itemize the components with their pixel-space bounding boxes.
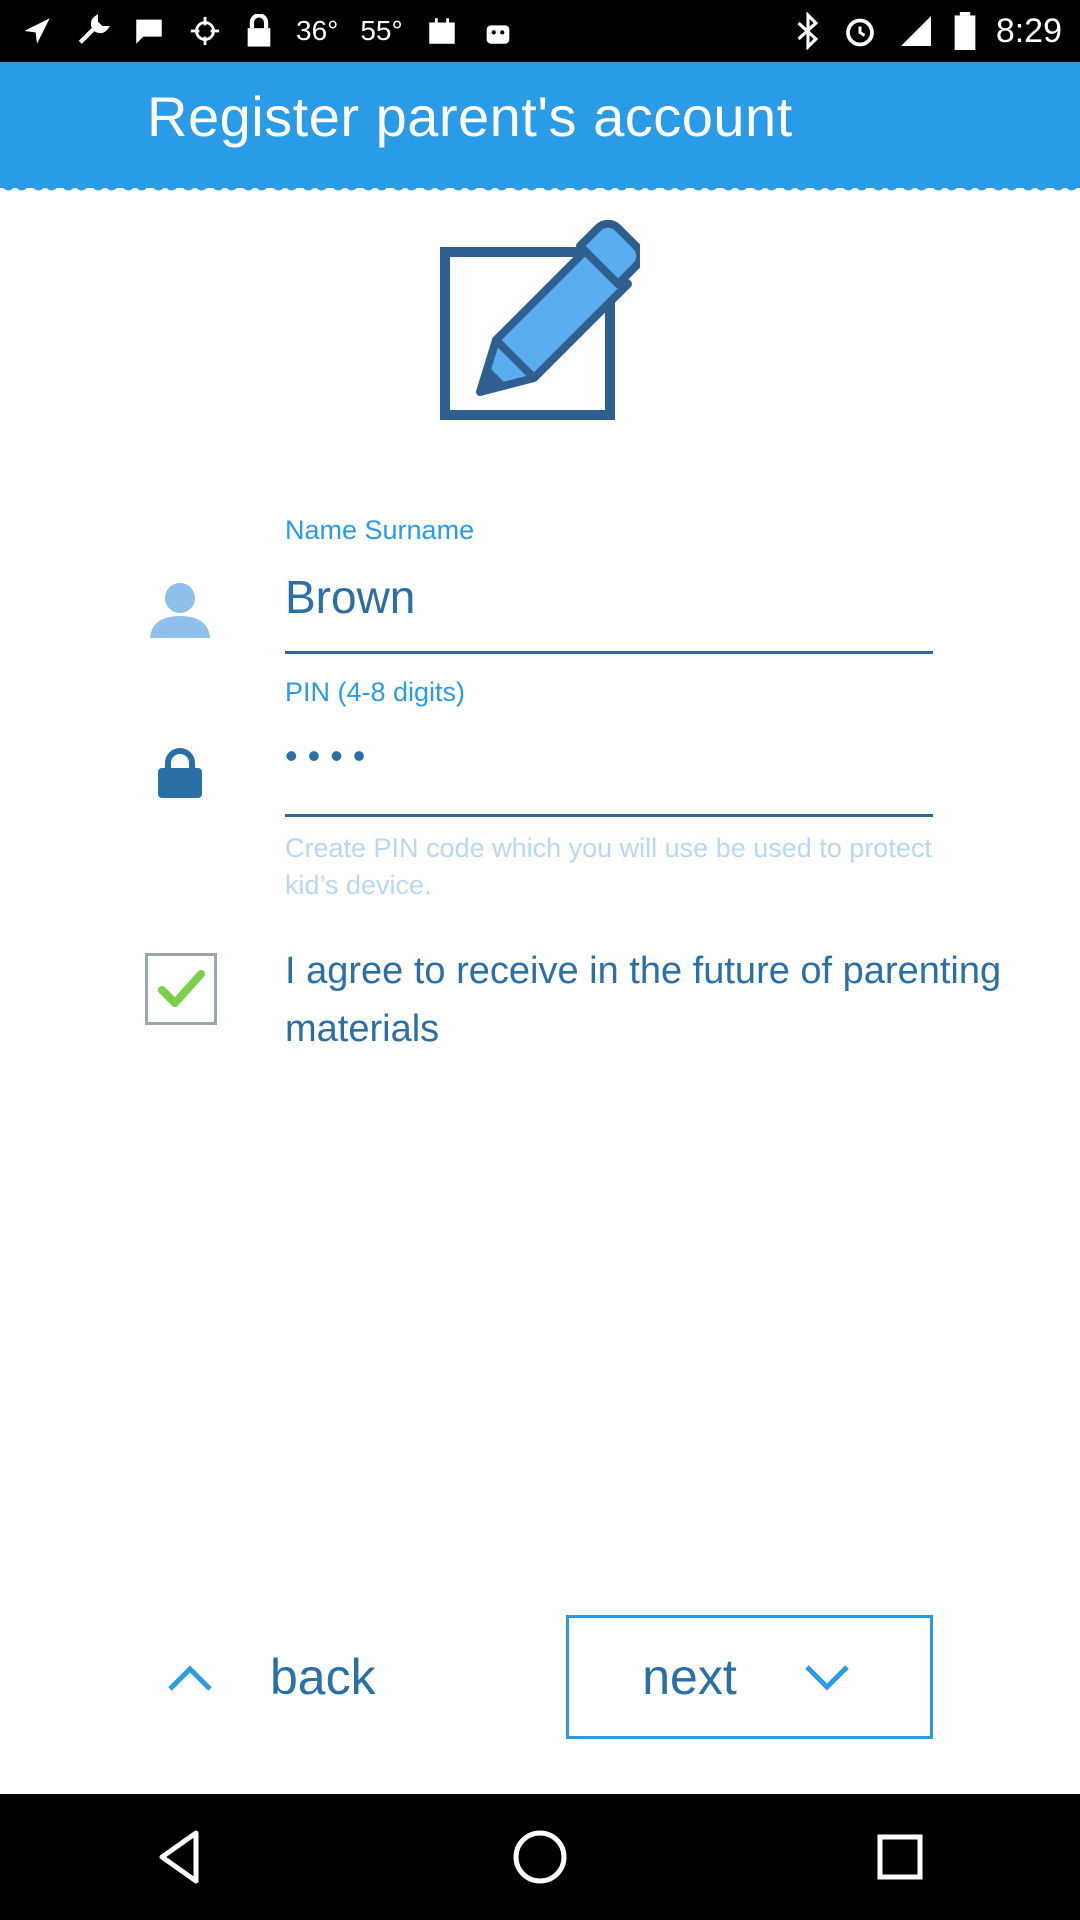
circle-home-icon	[513, 1830, 567, 1884]
checkmark-icon	[158, 970, 205, 1007]
triangle-back-icon	[159, 1830, 199, 1884]
pin-helper-text: Create PIN code which you will use be us…	[285, 833, 932, 900]
pin-label: PIN (4-8 digits)	[285, 677, 466, 707]
page-title: Register parent's account	[147, 85, 793, 148]
name-input-underline	[285, 651, 933, 654]
next-button[interactable]: next	[566, 1615, 933, 1739]
bluetooth-icon	[794, 12, 822, 50]
pin-input[interactable]: ••••	[285, 735, 375, 777]
pin-input-underline	[285, 814, 933, 817]
nav-home-button[interactable]	[480, 1807, 600, 1907]
back-button-label: back	[270, 1649, 376, 1705]
nav-recents-button[interactable]	[840, 1807, 960, 1907]
fake-gps-icon	[188, 14, 222, 48]
next-button-label: next	[642, 1649, 737, 1705]
signal-icon	[898, 13, 934, 49]
chevron-up-icon	[168, 1665, 212, 1691]
wrench-icon	[76, 14, 110, 48]
battery-icon	[954, 12, 976, 50]
android-icon	[481, 14, 515, 48]
lock-icon	[244, 14, 274, 48]
agree-label[interactable]: I agree to receive in the future of pare…	[285, 942, 1005, 1058]
navigation-arrow-icon	[20, 14, 54, 48]
alarm-icon	[842, 13, 878, 49]
message-icon	[132, 14, 166, 48]
chevron-down-icon	[804, 1665, 849, 1691]
nav-back-button[interactable]	[120, 1807, 240, 1907]
name-input[interactable]: Brown	[285, 570, 415, 624]
header-wave-edge	[0, 176, 1080, 200]
temperature-1: 36°	[296, 15, 339, 46]
person-icon	[150, 583, 210, 638]
padlock-icon	[158, 748, 202, 798]
agree-checkbox[interactable]	[145, 953, 217, 1025]
checklist-icon	[425, 14, 459, 48]
temperature-2: 55°	[360, 15, 403, 46]
system-nav-bar	[0, 1794, 1080, 1920]
square-recents-icon	[877, 1834, 923, 1880]
clock-time: 8:29	[995, 11, 1062, 50]
back-button[interactable]: back	[160, 1615, 420, 1739]
status-bar: 36° 55° 8:29	[0, 0, 1080, 62]
name-label: Name Surname	[285, 515, 475, 545]
edit-pencil-icon	[440, 220, 640, 420]
